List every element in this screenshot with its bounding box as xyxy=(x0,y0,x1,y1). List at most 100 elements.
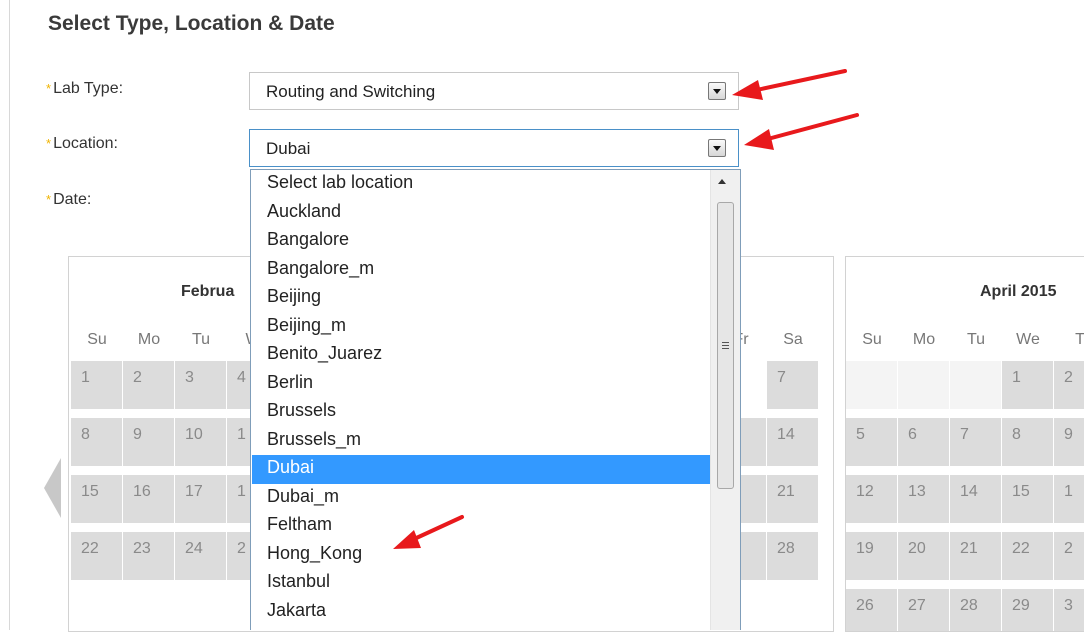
calendar-day-number: 22 xyxy=(1012,540,1030,557)
location-option[interactable]: Bangalore_m xyxy=(252,256,710,285)
location-option[interactable]: Auckland xyxy=(252,199,710,228)
calendar-day-number: 12 xyxy=(856,483,874,500)
calendar-day-cell[interactable]: 21 xyxy=(767,475,818,523)
day-of-week-header: Sa xyxy=(783,331,803,348)
calendar-day-cell[interactable]: 7 xyxy=(950,418,1001,466)
calendar-day-cell[interactable]: 20 xyxy=(898,532,949,580)
calendar-day-number: 28 xyxy=(960,597,978,614)
location-option[interactable]: Brussels_m xyxy=(252,427,710,456)
calendar-day-number: 17 xyxy=(185,483,203,500)
calendar-day-cell[interactable]: 2 xyxy=(1054,532,1084,580)
chevron-down-icon[interactable] xyxy=(708,82,726,100)
required-marker: * xyxy=(46,81,52,96)
lab-type-select[interactable]: Routing and Switching xyxy=(249,72,739,110)
date-label-text: Date: xyxy=(53,191,92,208)
scroll-up-icon[interactable] xyxy=(718,179,726,184)
calendar-day-cell[interactable]: 26 xyxy=(846,589,897,631)
location-option[interactable]: Beijing_m xyxy=(252,313,710,342)
calendar-day-cell[interactable]: 15 xyxy=(1002,475,1053,523)
calendar-day-cell[interactable]: 19 xyxy=(846,532,897,580)
calendar-day-number: 14 xyxy=(777,426,795,443)
calendar-day-number: 19 xyxy=(856,540,874,557)
required-marker: * xyxy=(46,192,52,207)
calendar-day-cell[interactable]: 10 xyxy=(175,418,226,466)
red-arrow-icon xyxy=(393,515,464,549)
calendar-day-cell[interactable]: 12 xyxy=(846,475,897,523)
chevron-left-icon[interactable] xyxy=(44,458,61,518)
location-option[interactable]: Select lab location xyxy=(252,170,710,199)
calendar-day-number: 5 xyxy=(856,426,865,443)
page-left-border xyxy=(9,0,10,630)
location-option-label: Beijing_m xyxy=(267,314,347,335)
calendar-day-cell[interactable]: 1 xyxy=(71,361,122,409)
calendar-day-number: 1 xyxy=(237,426,246,443)
calendar-day-cell[interactable]: 7 xyxy=(767,361,818,409)
calendar-day-number: 27 xyxy=(908,597,926,614)
location-dropdown-list[interactable]: Jakarta Istanbul Hong_Kong Feltham Dubai_m Du… xyxy=(250,169,741,630)
location-option[interactable]: Brussels xyxy=(252,398,710,427)
calendar-day-cell[interactable]: 17 xyxy=(175,475,226,523)
location-option[interactable]: Jakarta xyxy=(252,598,710,627)
calendar-day-cell[interactable]: 9 xyxy=(1054,418,1084,466)
calendar-day-number: 29 xyxy=(1012,597,1030,614)
location-option[interactable]: Dubai xyxy=(252,455,710,484)
calendar-day-cell[interactable]: 27 xyxy=(898,589,949,631)
calendar-day-cell[interactable]: 16 xyxy=(123,475,174,523)
location-option[interactable]: Bangalore xyxy=(252,227,710,256)
calendar-day-cell[interactable]: 3 xyxy=(1054,589,1084,631)
calendar-day-cell[interactable]: 9 xyxy=(123,418,174,466)
location-option[interactable]: Berlin xyxy=(252,370,710,399)
calendar-day-cell[interactable]: 2 xyxy=(123,361,174,409)
calendar-day-cell[interactable]: 22 xyxy=(1002,532,1053,580)
location-option-label: Brussels xyxy=(267,400,337,420)
calendar-day-number: 9 xyxy=(1064,426,1073,443)
calendar-day-cell[interactable]: 22 xyxy=(71,532,122,580)
calendar-day-cell[interactable]: 24 xyxy=(175,532,226,580)
page-title: Select Type, Location & Date xyxy=(48,12,335,35)
calendar-day-cell[interactable]: 15 xyxy=(71,475,122,523)
calendar-day-cell[interactable]: 8 xyxy=(71,418,122,466)
location-select[interactable]: Dubai xyxy=(249,129,739,167)
location-option-label: Benito_Juarez xyxy=(267,343,383,363)
scrollbar-thumb[interactable] xyxy=(717,202,734,489)
calendar-day-cell[interactable]: 5 xyxy=(846,418,897,466)
calendar-day-number: 1 xyxy=(1012,369,1021,386)
calendar-day-cell[interactable]: 14 xyxy=(767,418,818,466)
calendar-day-cell[interactable]: 21 xyxy=(950,532,1001,580)
calendar-day-number: 6 xyxy=(908,426,917,443)
calendar-day-cell[interactable]: 23 xyxy=(123,532,174,580)
location-option[interactable]: Hong_Kong xyxy=(252,541,710,570)
calendar-day-cell[interactable]: 1 xyxy=(1002,361,1053,409)
calendar-day-number: 13 xyxy=(908,483,926,500)
location-option-label: Auckland xyxy=(267,200,342,221)
calendar-day-cell[interactable]: 29 xyxy=(1002,589,1053,631)
calendar-day-cell[interactable]: 28 xyxy=(767,532,818,580)
location-option-label: Brussels_m xyxy=(267,428,362,449)
calendar-day-number: 28 xyxy=(777,540,795,557)
calendar-day-cell[interactable]: 13 xyxy=(898,475,949,523)
calendar-day-cell[interactable]: 6 xyxy=(898,418,949,466)
calendar-day-cell xyxy=(898,361,949,409)
location-option[interactable]: Feltham xyxy=(252,512,710,541)
calendar-title: Februa xyxy=(181,283,235,300)
calendar-day-cell[interactable]: 28 xyxy=(950,589,1001,631)
location-option[interactable]: Dubai_m xyxy=(252,484,710,513)
location-option[interactable]: Istanbul xyxy=(252,569,710,598)
lab-type-value: Routing and Switching xyxy=(266,82,436,101)
location-option[interactable]: Beijing xyxy=(252,284,710,313)
calendar-day-number: 1 xyxy=(1064,483,1073,500)
calendar-day-number: 2 xyxy=(133,369,142,386)
calendar-day-number: 8 xyxy=(81,426,90,443)
location-option[interactable]: Benito_Juarez xyxy=(252,341,710,370)
calendar-day-number: 2 xyxy=(1064,540,1073,557)
calendar-day-cell[interactable]: 8 xyxy=(1002,418,1053,466)
chevron-down-icon[interactable] xyxy=(708,139,726,157)
location-option-label: Berlin xyxy=(267,371,314,392)
dropdown-scrollbar[interactable] xyxy=(710,170,740,630)
lab-type-label-text: Lab Type: xyxy=(53,80,124,97)
calendar-day-cell[interactable]: 2 xyxy=(1054,361,1084,409)
calendar-day-cell[interactable]: 14 xyxy=(950,475,1001,523)
day-of-week-header: Su xyxy=(862,331,882,348)
calendar-day-cell[interactable]: 1 xyxy=(1054,475,1084,523)
calendar-day-cell[interactable]: 3 xyxy=(175,361,226,409)
